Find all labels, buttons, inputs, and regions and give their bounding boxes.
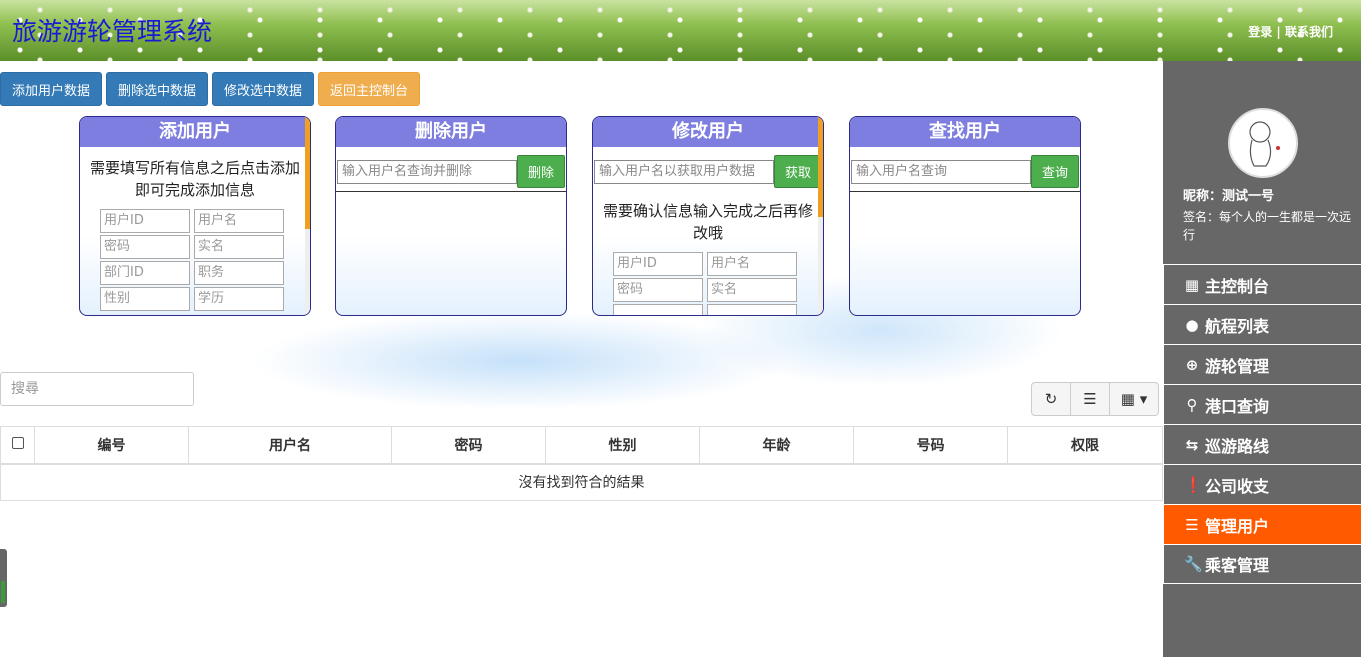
password-field[interactable]: 密码 (613, 278, 703, 302)
contact-link[interactable]: 联系我们 (1285, 25, 1333, 39)
user-id-field[interactable]: 用户ID (100, 209, 190, 233)
avatar (1228, 108, 1298, 178)
table-search-input[interactable]: 搜尋 (0, 372, 194, 406)
divider (850, 191, 1080, 192)
user-id-field[interactable]: 用户ID (613, 252, 703, 276)
column-password[interactable]: 密码 (391, 426, 546, 465)
users-table: 编号 用户名 密码 性别 年龄 号码 权限 沒有找到符合的結果 (0, 426, 1163, 501)
delete-user-panel: 删除用户 输入用户名查询并删除 删除 (335, 116, 567, 316)
gender-field[interactable]: 性别 (100, 287, 190, 311)
top-links: 登录 | 联系我们 (1248, 23, 1333, 40)
column-username[interactable]: 用户名 (188, 426, 392, 465)
sidebar-item-label: 管理用户 (1205, 516, 1270, 536)
empty-message: 沒有找到符合的結果 (0, 463, 1163, 501)
position-field[interactable]: 职务 (194, 261, 284, 285)
main-content: 添加用户数据 删除选中数据 修改选中数据 返回主控制台 添加用户 需要填写所有信… (0, 61, 1163, 657)
column-gender[interactable]: 性别 (545, 426, 700, 465)
sidebar-item-label: 港口查询 (1205, 396, 1270, 416)
extra-field[interactable] (707, 304, 797, 315)
divider (336, 191, 566, 192)
sidebar-item-dashboard[interactable]: ▦ 主控制台 (1163, 264, 1361, 304)
search-icon: ⚲ (1186, 395, 1198, 414)
exclamation-icon: ❗ (1184, 475, 1203, 494)
link-separator: | (1276, 25, 1281, 39)
panel-description: 需要确认信息输入完成之后再修改哦 (603, 202, 814, 242)
columns-dropdown-icon[interactable]: ▦ ▾ (1109, 382, 1159, 416)
user-signature: 签名：每个人的一生都是一次远行 (1183, 210, 1352, 242)
column-permission[interactable]: 权限 (1007, 426, 1163, 465)
modify-user-form: 用户ID 用户名 密码 实名 (613, 252, 823, 315)
add-user-form: 用户ID 用户名 密码 实名 部门ID 职务 性别 学历 (100, 209, 310, 311)
wrench-icon: 🔧 (1184, 555, 1203, 573)
sidebar-item-label: 航程列表 (1205, 316, 1270, 336)
sidebar-item-voyages[interactable]: ● 航程列表 (1163, 304, 1361, 344)
extra-field[interactable] (613, 304, 703, 315)
side-drag-handle[interactable] (0, 549, 7, 607)
realname-field[interactable]: 实名 (194, 235, 284, 259)
find-username-input[interactable]: 输入用户名查询 (851, 159, 1031, 184)
select-all-checkbox[interactable] (0, 426, 35, 465)
refresh-icon[interactable]: ↻ (1031, 382, 1071, 416)
sidebar-item-port-query[interactable]: ⚲ 港口查询 (1163, 384, 1361, 424)
sidebar-item-label: 乘客管理 (1205, 556, 1270, 575)
panel-description: 需要填写所有信息之后点击添加即可完成添加信息 (90, 159, 301, 199)
dashboard-icon: ▦ (1184, 275, 1200, 294)
panel-scrollbar[interactable] (305, 117, 310, 315)
sidebar: 昵称：测试一号 签名：每个人的一生都是一次远行 ▦ 主控制台 ● 航程列表 ⊕ 游轮管… (1163, 61, 1361, 657)
column-age[interactable]: 年龄 (699, 426, 854, 465)
panel-title: 添加用户 (80, 117, 310, 147)
user-nickname: 昵称：测试一号 (1183, 189, 1275, 204)
table-header-row: 编号 用户名 密码 性别 年龄 号码 权限 (0, 426, 1163, 465)
dept-id-field[interactable]: 部门ID (100, 261, 190, 285)
sidebar-item-label: 公司收支 (1205, 476, 1270, 496)
sidebar-item-label: 游轮管理 (1205, 356, 1270, 376)
password-field[interactable]: 密码 (100, 235, 190, 259)
plus-circle-icon: ⊕ (1185, 355, 1199, 374)
sidebar-item-label: 巡游路线 (1205, 436, 1270, 456)
edit-selected-button[interactable]: 修改选中数据 (212, 72, 315, 106)
username-field[interactable]: 用户名 (194, 209, 284, 233)
find-user-panel: 查找用户 输入用户名查询 查询 (849, 116, 1081, 316)
app-title: 旅游游轮管理系统 (12, 17, 213, 46)
panel-title: 删除用户 (336, 117, 566, 147)
table-row: 沒有找到符合的結果 (0, 463, 1163, 501)
panel-title: 修改用户 (593, 117, 823, 147)
modify-username-input[interactable]: 输入用户名以获取用户数据 (594, 159, 774, 184)
header-banner: 旅游游轮管理系统 登录 | 联系我们 (0, 0, 1361, 61)
query-button[interactable]: 查询 (1030, 155, 1079, 188)
sidebar-menu: ▦ 主控制台 ● 航程列表 ⊕ 游轮管理 ⚲ 港口查询 ⇆ 巡游路线 ❗ 公司收支 ☰ 管理用… (1163, 264, 1361, 584)
delete-selected-button[interactable]: 删除选中数据 (106, 72, 209, 106)
back-to-console-button[interactable]: 返回主控制台 (318, 72, 421, 106)
sidebar-item-manage-users[interactable]: ☰ 管理用户 (1163, 504, 1361, 544)
user-icon: ● (1185, 315, 1199, 334)
table-toolbar: ↻ ☰ ▦ ▾ (1031, 382, 1159, 416)
sidebar-item-cruise-management[interactable]: ⊕ 游轮管理 (1163, 344, 1361, 384)
fetch-button[interactable]: 获取 (773, 155, 822, 188)
sidebar-item-passenger-management[interactable]: 🔧 乘客管理 (1163, 544, 1361, 584)
sidebar-item-cruise-routes[interactable]: ⇆ 巡游路线 (1163, 424, 1361, 464)
sidebar-item-finance[interactable]: ❗ 公司收支 (1163, 464, 1361, 504)
add-user-panel: 添加用户 需要填写所有信息之后点击添加即可完成添加信息 用户ID 用户名 密码 … (79, 116, 311, 316)
sidebar-item-label: 主控制台 (1205, 276, 1270, 296)
column-phone[interactable]: 号码 (853, 426, 1008, 465)
add-user-data-button[interactable]: 添加用户数据 (0, 72, 103, 106)
username-field[interactable]: 用户名 (707, 252, 797, 276)
panel-scrollbar[interactable] (818, 117, 823, 315)
column-id[interactable]: 编号 (34, 426, 189, 465)
panel-title: 查找用户 (850, 117, 1080, 147)
delete-username-input[interactable]: 输入用户名查询并删除 (337, 159, 517, 184)
realname-field[interactable]: 实名 (707, 278, 797, 302)
delete-button[interactable]: 删除 (516, 155, 565, 188)
toggle-view-icon[interactable]: ☰ (1070, 382, 1110, 416)
modify-user-panel: 修改用户 输入用户名以获取用户数据 获取 需要确认信息输入完成之后再修改哦 用户… (592, 116, 824, 316)
education-field[interactable]: 学历 (194, 287, 284, 311)
login-link[interactable]: 登录 (1248, 25, 1272, 39)
list-icon: ☰ (1185, 515, 1199, 534)
retweet-icon: ⇆ (1185, 435, 1199, 454)
action-toolbar: 添加用户数据 删除选中数据 修改选中数据 返回主控制台 (0, 72, 421, 106)
